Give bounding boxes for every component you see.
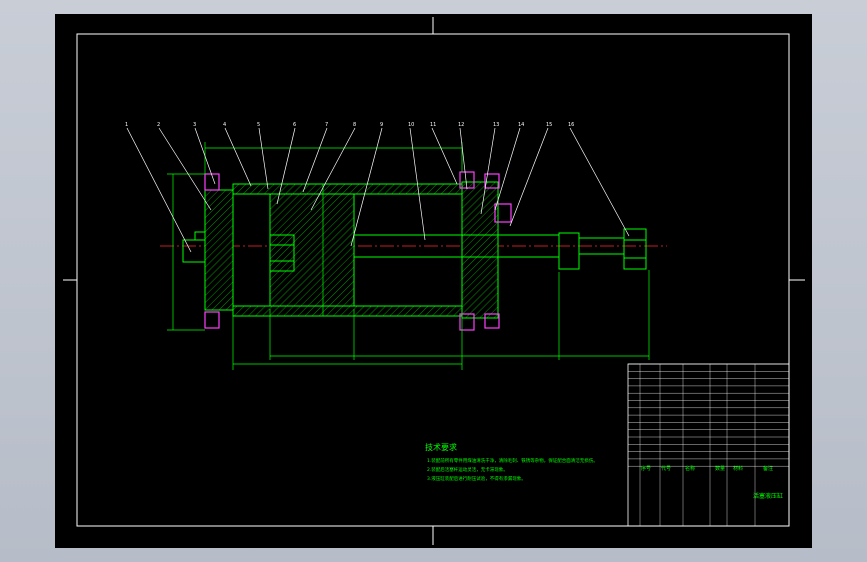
balloon-number: 5 [257, 122, 260, 128]
rod-end-nut [623, 228, 647, 270]
balloon-number: 2 [157, 122, 160, 128]
technical-requirements: 技术要求 1.装配前所有零件用煤油清洗干净，清除毛刺、铁锈等杂物，保证配合面清洁… [425, 442, 598, 482]
rod-collar [558, 232, 580, 270]
leader-line [494, 127, 521, 211]
barrel-bottom-wall [232, 305, 463, 317]
balloon-number: 15 [546, 122, 552, 128]
balloon-number: 16 [568, 122, 574, 128]
leader-line [431, 127, 458, 185]
balloon-number: 6 [293, 122, 296, 128]
balloon-number: 9 [380, 122, 383, 128]
cad-drawing-canvas: 1 2 3 4 5 6 7 8 9 10 11 12 13 14 15 16 技术要求 1.装配前所有零件用煤… [55, 14, 812, 548]
balloon-number: 13 [493, 122, 499, 128]
leader-line [258, 127, 269, 190]
tech-note-2: 2.装配后活塞杆运动灵活，无卡滞现象。 [427, 466, 508, 473]
balloon-number: 7 [325, 122, 328, 128]
assembly-drawing: 1 2 3 4 5 6 7 8 9 10 11 12 13 14 15 16 技术要求 1.装配前所有零件用煤… [63, 17, 805, 545]
bom-header-remark: 备注 [763, 465, 773, 472]
balloon-number: 12 [458, 122, 464, 128]
leader-line [158, 127, 212, 211]
part-name: 活塞液压缸 [753, 492, 783, 500]
right-end-cap [461, 181, 499, 319]
leader-line [224, 127, 252, 187]
balloon-number: 11 [430, 122, 436, 128]
bom-header-name: 名称 [685, 465, 695, 472]
title-block: 序号 代号 名称 数量 材料 备注 活塞液压缸 [627, 363, 790, 527]
bom-header-seq: 序号 [641, 465, 651, 472]
bom-header-code: 代号 [661, 465, 671, 472]
bom-header-material: 材料 [733, 465, 743, 472]
bom-header-qty: 数量 [715, 465, 725, 472]
balloon-number: 1 [125, 122, 128, 128]
leader-line [302, 127, 328, 193]
balloon-number: 8 [353, 122, 356, 128]
balloon-number: 10 [408, 122, 414, 128]
leader-line [569, 127, 630, 237]
piston [269, 193, 355, 307]
balloon-number: 3 [193, 122, 196, 128]
inner-border [76, 33, 790, 527]
left-end-cap [204, 189, 234, 311]
dimension-lines [167, 142, 650, 370]
bolt-bottom-left [204, 311, 220, 329]
tech-note-3: 3.液压缸装配后进行耐压试验，不得有渗漏现象。 [427, 475, 526, 482]
leader-line [459, 127, 468, 190]
bom-table [628, 363, 790, 526]
leader-line [126, 127, 192, 253]
balloon-number: 4 [223, 122, 226, 128]
balloon-number: 14 [518, 122, 524, 128]
tech-title: 技术要求 [425, 442, 457, 452]
tech-note-1: 1.装配前所有零件用煤油清洗干净，清除毛刺、铁锈等杂物，保证配合面清洁无损伤。 [427, 457, 598, 464]
left-port-fitting [182, 231, 206, 263]
